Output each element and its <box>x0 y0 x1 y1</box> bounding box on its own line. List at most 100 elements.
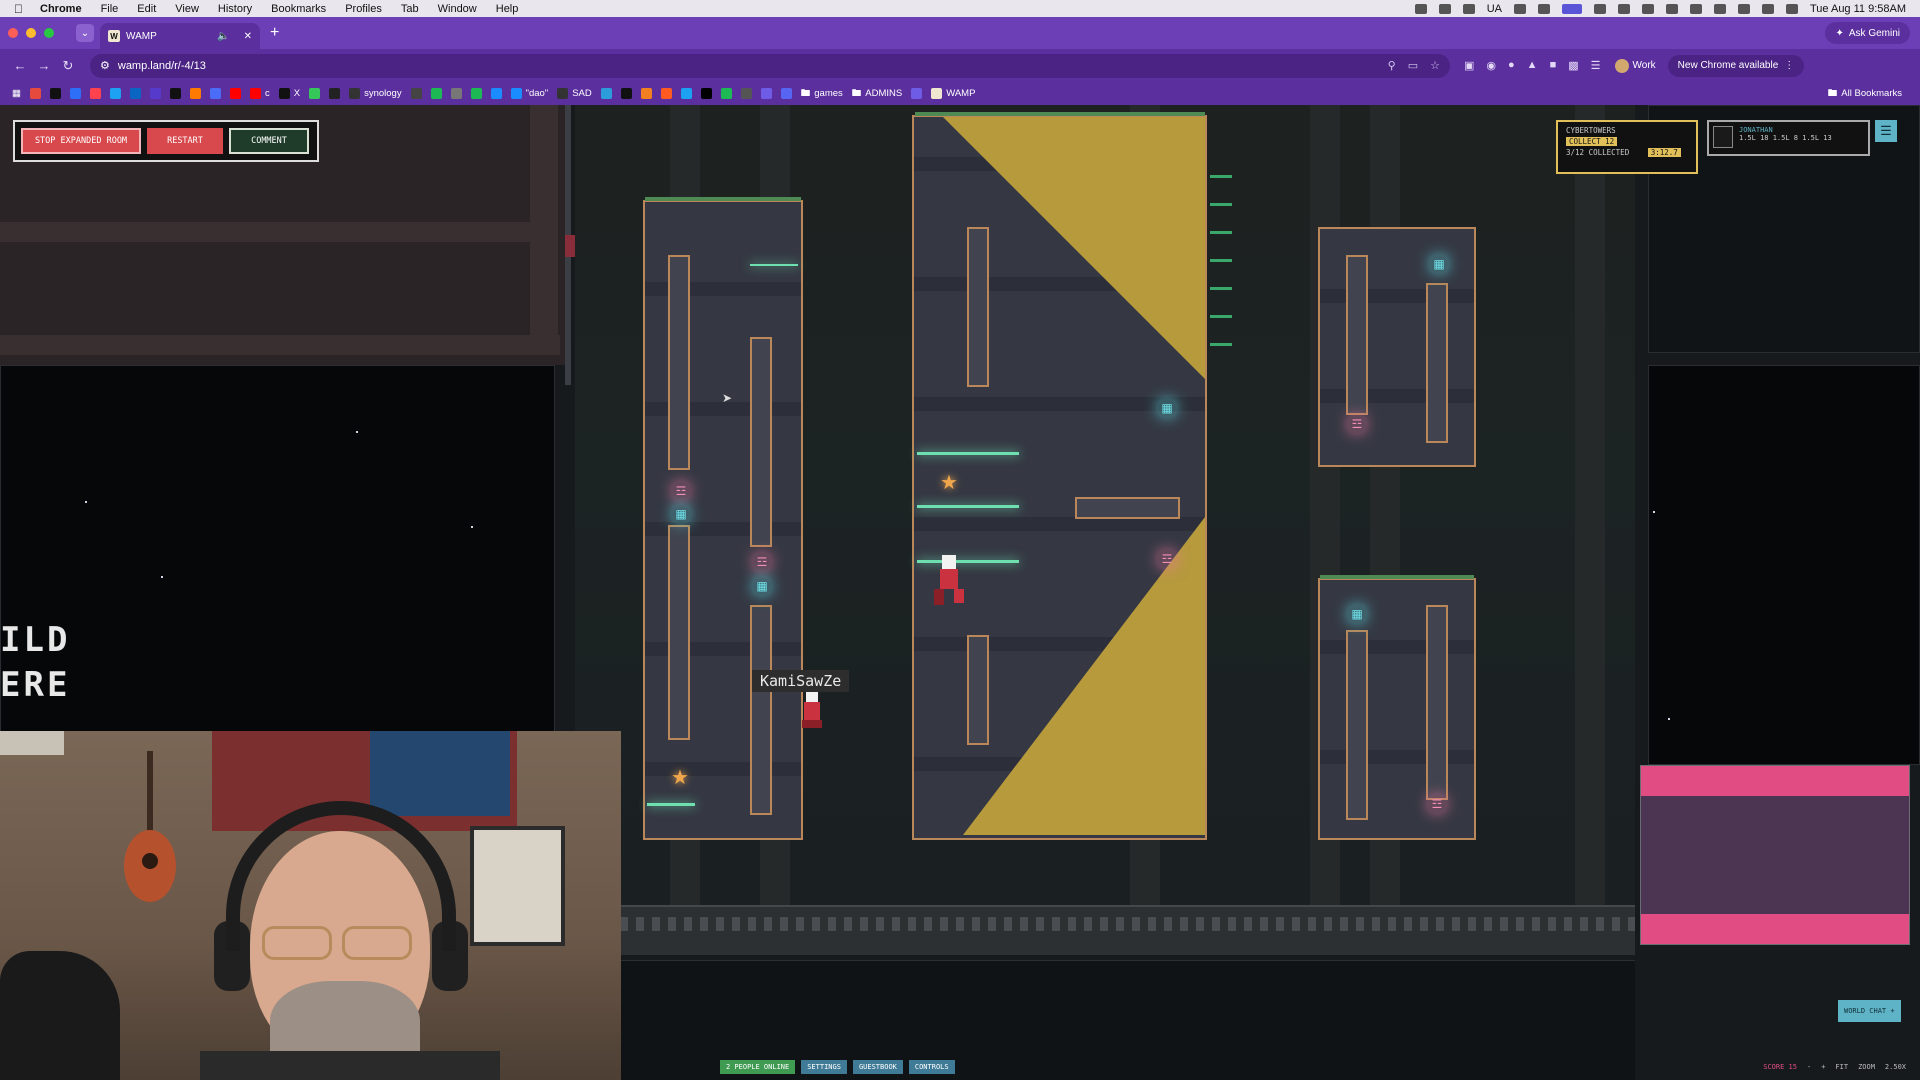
status-icon[interactable] <box>1462 3 1475 14</box>
extensions-puzzle-icon[interactable]: ▩ <box>1568 59 1578 72</box>
keyboard-layout-indicator[interactable]: UA <box>1487 3 1502 15</box>
menubar-clock[interactable]: Tue Aug 11 9:58AM <box>1810 3 1906 15</box>
bookmark-item[interactable] <box>640 88 652 99</box>
people-online-button[interactable]: 2 PEOPLE ONLINE <box>720 1060 796 1074</box>
settings-button[interactable]: SETTINGS <box>801 1060 847 1074</box>
more-menu-icon[interactable]: ⋮ <box>1784 60 1794 71</box>
bookmark-item[interactable] <box>660 88 672 99</box>
tab-search-chevron-icon[interactable]: ⌄ <box>76 24 94 42</box>
guestbook-button[interactable]: GUESTBOOK <box>852 1060 903 1074</box>
zoom-in-button[interactable]: + <box>1821 1063 1825 1071</box>
menu-edit[interactable]: Edit <box>137 3 156 15</box>
menu-app-name[interactable]: Chrome <box>40 3 82 15</box>
new-chrome-available-button[interactable]: New Chrome available ⋮ <box>1667 54 1805 77</box>
bookmark-item[interactable] <box>229 88 241 99</box>
bookmark-item[interactable] <box>720 88 732 99</box>
menu-window[interactable]: Window <box>438 3 477 15</box>
bookmark-folder-games[interactable]: 🖿 games <box>801 86 843 102</box>
bookmark-item[interactable] <box>329 88 341 99</box>
close-tab-icon[interactable]: ✕ <box>244 31 252 42</box>
address-url[interactable]: wamp.land/r/-4/13 <box>118 60 206 72</box>
all-bookmarks-button[interactable]: 🖿 All Bookmarks <box>1828 86 1902 102</box>
menu-help[interactable]: Help <box>496 3 519 15</box>
fit-button[interactable]: FIT <box>1835 1063 1848 1071</box>
menu-view[interactable]: View <box>175 3 199 15</box>
restart-button[interactable]: RESTART <box>147 128 223 154</box>
bookmark-item[interactable] <box>69 88 81 99</box>
controls-button[interactable]: CONTROLS <box>908 1060 955 1074</box>
speaker-icon[interactable]: 🔈 <box>217 31 229 42</box>
extension-icon[interactable]: ◉ <box>1486 59 1496 72</box>
bookmark-item[interactable] <box>189 88 201 99</box>
close-window-button[interactable] <box>8 28 18 38</box>
dropbox-icon[interactable] <box>1617 3 1630 14</box>
bookmark-item[interactable] <box>410 88 422 99</box>
bookmark-wamp[interactable]: WAMP <box>931 88 975 99</box>
forward-arrow-icon[interactable]: → <box>32 58 56 73</box>
menu-file[interactable]: File <box>101 3 119 15</box>
status-icon[interactable] <box>1438 3 1451 14</box>
bookmark-item[interactable]: X <box>278 88 300 99</box>
address-bar[interactable]: ⚙ wamp.land/r/-4/13 ⚲ ▭ ☆ <box>90 53 1450 78</box>
reload-icon[interactable]: ↻ <box>56 58 80 74</box>
stop-expanded-room-button[interactable]: STOP EXPANDED ROOM <box>21 128 141 154</box>
menu-profiles[interactable]: Profiles <box>345 3 382 15</box>
new-tab-button[interactable]: + <box>270 24 279 42</box>
bookmark-item[interactable] <box>760 88 772 99</box>
bookmark-item[interactable] <box>450 88 462 99</box>
apps-grid-icon[interactable]: ▦ <box>12 88 21 99</box>
display-icon[interactable] <box>1713 3 1726 14</box>
bookmark-item[interactable] <box>470 88 482 99</box>
world-chat-button[interactable]: WORLD CHAT + <box>1838 1000 1901 1022</box>
battery-icon[interactable] <box>1665 3 1678 14</box>
status-icon[interactable] <box>1593 3 1606 14</box>
zoom-out-button[interactable]: - <box>1807 1063 1811 1071</box>
bookmark-item[interactable] <box>600 88 612 99</box>
bookmark-folder-admins[interactable]: 🖿 ADMINS <box>852 86 902 102</box>
comment-button[interactable]: COMMENT <box>229 128 309 154</box>
bookmark-item[interactable] <box>309 88 321 99</box>
bookmark-item[interactable] <box>129 88 141 99</box>
extension-icon[interactable]: ■ <box>1550 59 1557 72</box>
extension-icon[interactable]: ● <box>1508 59 1515 72</box>
bookmark-item[interactable] <box>49 88 61 99</box>
bookmark-item[interactable]: c <box>249 88 270 99</box>
reading-list-icon[interactable]: ☰ <box>1591 59 1601 72</box>
bookmark-item[interactable] <box>89 88 101 99</box>
bookmark-item[interactable] <box>109 88 121 99</box>
minimize-window-button[interactable] <box>26 28 36 38</box>
volume-icon[interactable] <box>1737 3 1750 14</box>
bookmark-item[interactable]: SAD <box>557 88 592 99</box>
status-icon[interactable] <box>1537 3 1550 14</box>
bookmark-item[interactable] <box>780 88 792 99</box>
screen-share-icon[interactable] <box>1561 3 1582 14</box>
status-icon[interactable] <box>1414 3 1427 14</box>
status-icon[interactable] <box>1641 3 1654 14</box>
bookmark-item[interactable]: "dao" <box>510 88 548 99</box>
bookmark-item[interactable] <box>620 88 632 99</box>
extension-icon[interactable]: ▲ <box>1527 59 1538 72</box>
control-center-icon[interactable] <box>1785 3 1798 14</box>
bookmark-item[interactable] <box>209 88 221 99</box>
bookmark-discord[interactable] <box>911 88 923 99</box>
site-info-icon[interactable]: ⚙ <box>100 59 110 72</box>
bookmark-item[interactable] <box>169 88 181 99</box>
menu-tab[interactable]: Tab <box>401 3 419 15</box>
bookmark-item[interactable]: synology <box>349 88 402 99</box>
apple-icon[interactable]:  <box>14 2 28 16</box>
bookmark-item[interactable] <box>700 88 712 99</box>
bookmark-item[interactable] <box>149 88 161 99</box>
zoom-magnifier-icon[interactable]: ⚲ <box>1388 59 1396 72</box>
zoom-window-button[interactable] <box>44 28 54 38</box>
bookmark-item[interactable] <box>430 88 442 99</box>
bookmark-item[interactable] <box>29 88 41 99</box>
bookmark-item[interactable] <box>490 88 502 99</box>
bookmark-star-icon[interactable]: ☆ <box>1430 59 1440 72</box>
cast-icon[interactable]: ▭ <box>1408 59 1418 72</box>
extension-icon[interactable]: ▣ <box>1464 59 1474 72</box>
profile-button[interactable]: Work <box>1614 58 1656 73</box>
ask-gemini-button[interactable]: ✦ Ask Gemini <box>1825 22 1910 44</box>
hamburger-menu-icon[interactable]: ☰ <box>1875 120 1897 142</box>
bookmark-item[interactable] <box>740 88 752 99</box>
status-icon[interactable] <box>1513 3 1526 14</box>
